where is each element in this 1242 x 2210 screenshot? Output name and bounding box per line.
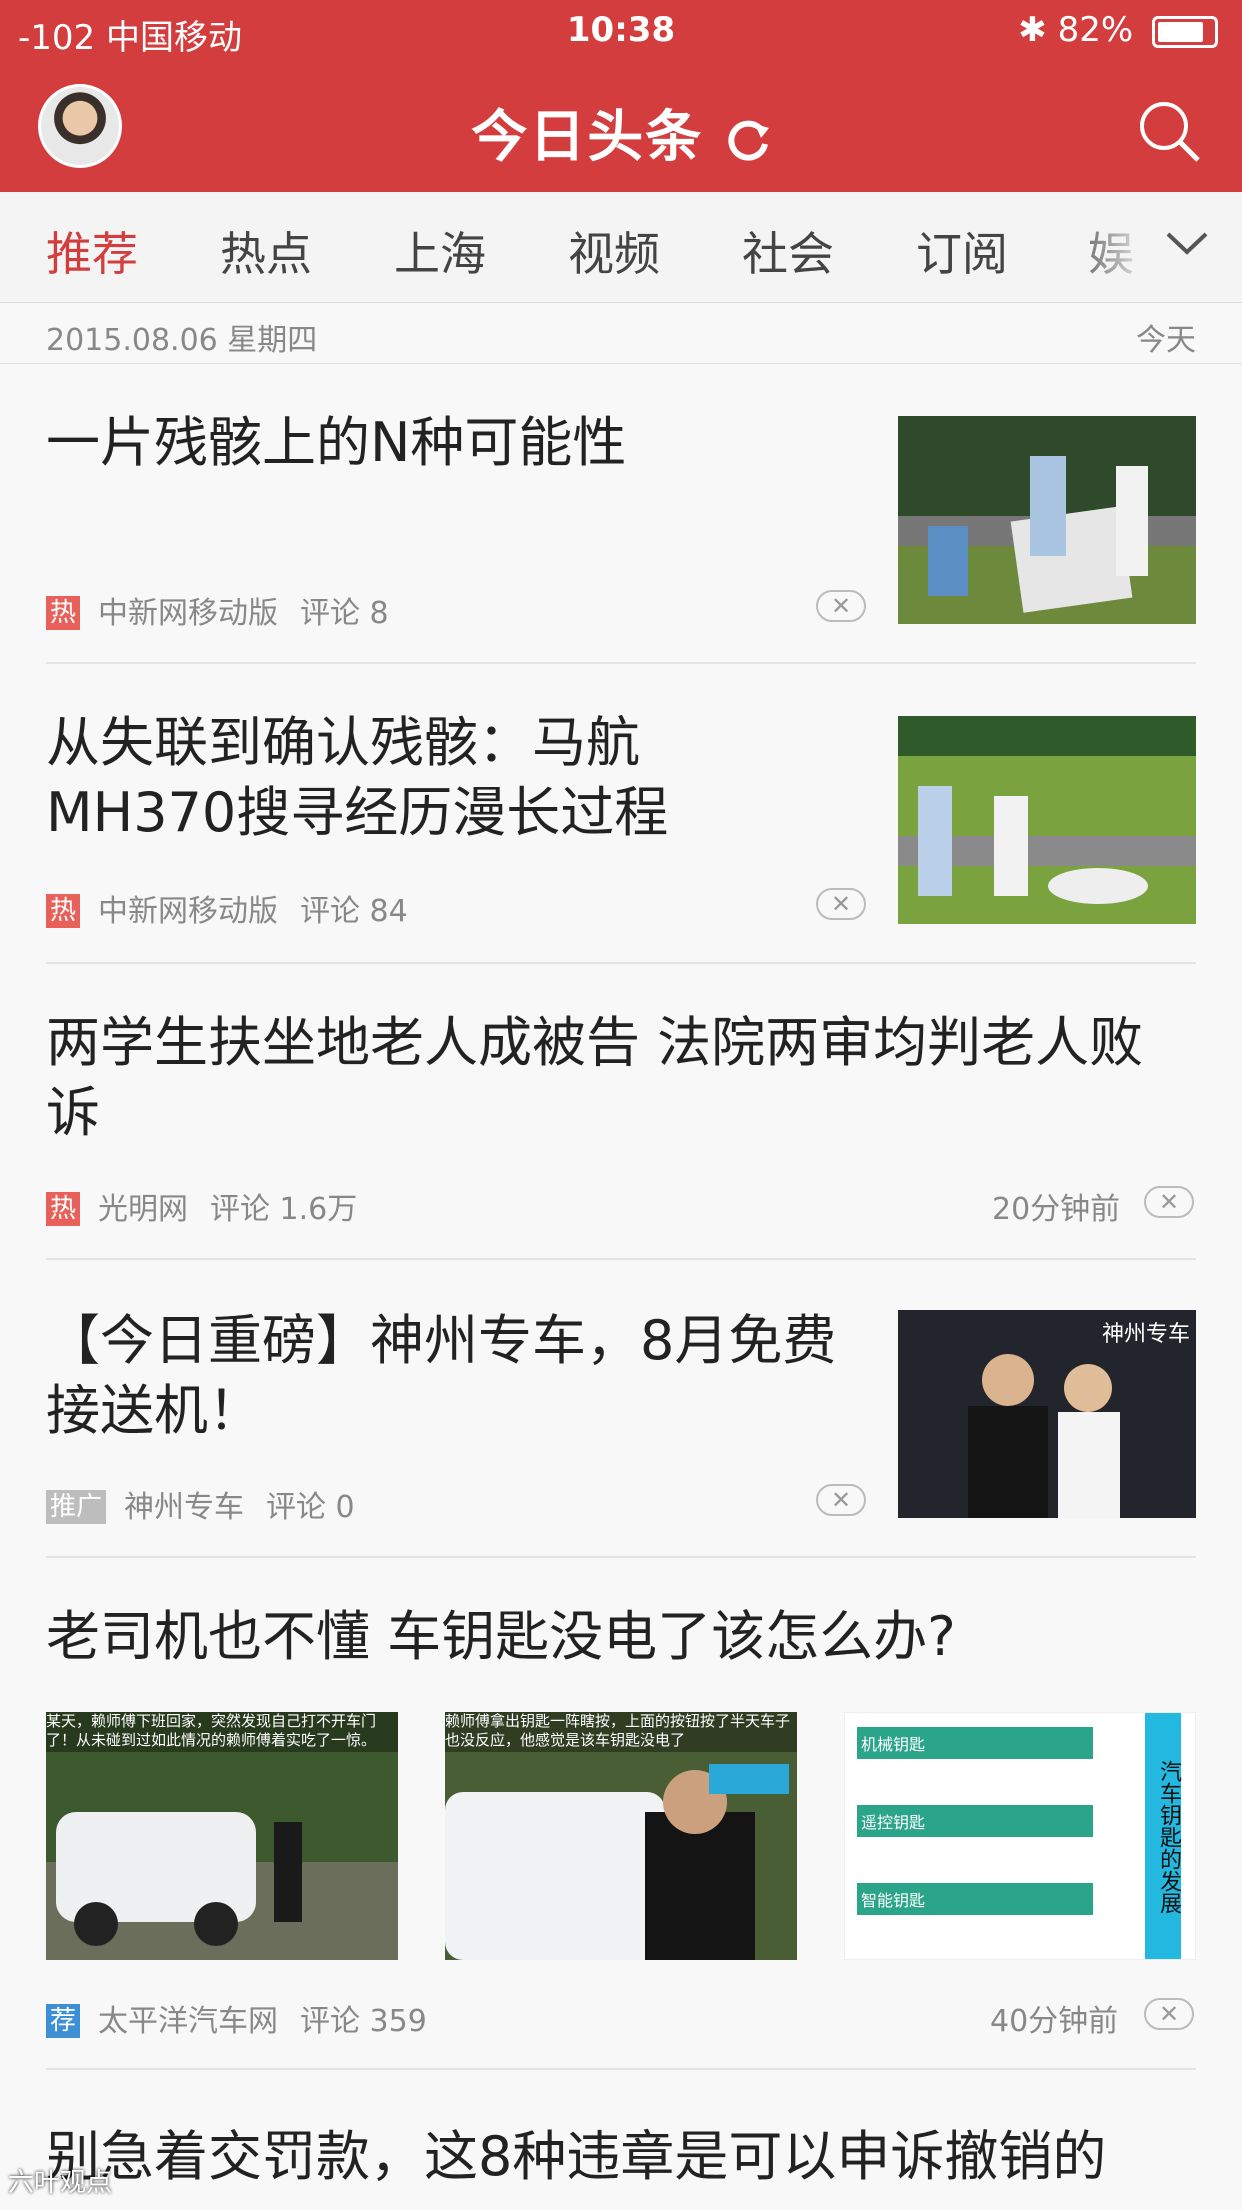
article-image[interactable]: 赖师傅拿出钥匙一阵瞎按，上面的按钮按了半天车子也没反应，他感觉是该车钥匙没电了 [445,1712,797,1960]
tab-recommend[interactable]: 推荐 [46,218,138,284]
hot-tag: 热 [46,1192,81,1226]
diagram-title: 汽车钥匙的发展 [1145,1713,1181,1959]
ad-tag: 推广 [46,1490,107,1524]
comment-count: 评论 1.6万 [210,1192,358,1227]
article-meta: 热中新网移动版 评论 8 [46,588,389,632]
dismiss-button[interactable]: ✕ [1144,1998,1194,2030]
source-label: 光明网 [98,1192,189,1227]
battery-indicator: ✱ 82% [1018,10,1218,50]
status-bar: -102 中国移动 10:38 ✱ 82% [0,0,1242,62]
article-meta: 热光明网 评论 1.6万 [46,1184,357,1228]
article-thumbnail[interactable] [898,716,1196,924]
article-meta: 热中新网移动版 评论 84 [46,886,408,930]
article-title: 老司机也不懂 车钥匙没电了该怎么办? [46,1605,956,1668]
app-logo[interactable]: 今日头条 [0,92,1242,173]
battery-icon [1152,15,1218,48]
dismiss-button[interactable]: ✕ [816,590,866,622]
date-bar: 2015.08.06 星期四 今天 [0,303,1242,364]
comment-count: 评论 359 [300,2004,427,2039]
feed-item[interactable]: 【今日重磅】神州专车，8月免费接送机！ 推广 神州专车 评论 0 ✕ 神州专车 [46,1258,1196,1558]
battery-percent: 82% [1057,10,1134,50]
today-label: 今天 [1136,323,1196,358]
app-header: -102 中国移动 10:38 ✱ 82% 今日头条 [0,0,1242,192]
key-types-diagram: 机械钥匙 遥控钥匙 智能钥匙 [857,1727,1093,1915]
hot-tag: 热 [46,894,81,928]
article-title: 一片残骸上的N种可能性 [46,411,627,474]
watermark: 六叶观点 [8,2168,113,2198]
time-ago: 20分钟前 [992,1192,1121,1227]
article-meta: 荐太平洋汽车网 评论 359 [46,1996,427,2040]
date-label: 2015.08.06 星期四 [46,323,318,358]
key-type-label: 机械钥匙 [857,1727,1093,1759]
tab-video[interactable]: 视频 [568,218,660,284]
channel-tabs: 推荐 热点 上海 视频 社会 订阅 娱 [0,192,1242,303]
bluetooth-icon: ✱ [1018,10,1047,50]
tab-subscribe[interactable]: 订阅 [916,218,1008,284]
article-thumbnail[interactable] [898,416,1196,624]
hot-tag: 热 [46,596,81,630]
source-label: 太平洋汽车网 [98,2004,279,2039]
article-title: 别急着交罚款，这8种违章是可以申诉撤销的 [46,2125,1107,2188]
comment-count: 评论 8 [300,596,389,631]
feed-item[interactable]: 两学生扶坐地老人成被告 法院两审均判老人败诉 热光明网 评论 1.6万 20分钟前… [46,962,1196,1260]
key-type-label: 遥控钥匙 [857,1805,1093,1837]
key-type-label: 智能钥匙 [857,1883,1093,1915]
dismiss-button[interactable]: ✕ [816,1484,866,1516]
ad-thumbnail[interactable]: 神州专车 [898,1310,1196,1518]
time-ago: 40分钟前 [990,2004,1119,2039]
dismiss-button[interactable]: ✕ [816,888,866,920]
tab-fade [1062,192,1152,302]
search-icon[interactable] [1134,96,1204,166]
article-title: 【今日重磅】神州专车，8月免费接送机！ [46,1309,837,1442]
feed-item[interactable]: 别急着交罚款，这8种违章是可以申诉撤销的 [46,2070,1196,2210]
feed-item[interactable]: 一片残骸上的N种可能性 热中新网移动版 评论 8 ✕ [46,364,1196,664]
logo-text: 今日头条 [471,105,704,170]
comment-count: 评论 0 [266,1490,355,1525]
comment-count: 评论 84 [300,894,408,929]
tab-shanghai[interactable]: 上海 [394,218,486,284]
source-label: 中新网移动版 [98,596,279,631]
article-title: 两学生扶坐地老人成被告 法院两审均判老人败诉 [46,1011,1144,1144]
recommend-tag: 荐 [46,2004,81,2038]
refresh-icon [728,120,769,161]
tab-society[interactable]: 社会 [742,218,834,284]
article-title: 从失联到确认残骸：马航MH370搜寻经历漫长过程 [46,711,669,844]
tab-hot[interactable]: 热点 [220,218,312,284]
dismiss-button[interactable]: ✕ [1144,1186,1194,1218]
feed-item[interactable]: 从失联到确认残骸：马航MH370搜寻经历漫长过程 热中新网移动版 评论 84 ✕ [46,662,1196,964]
article-image[interactable]: 机械钥匙 遥控钥匙 智能钥匙 汽车钥匙的发展 [844,1712,1196,1960]
article-image[interactable]: 某天，赖师傅下班回家，突然发现自己打不开车门了！从未碰到过如此情况的赖师傅着实吃… [46,1712,398,1960]
chevron-down-icon[interactable] [1162,224,1212,264]
article-meta: 推广 神州专车 评论 0 [46,1482,355,1526]
source-label: 中新网移动版 [98,894,279,929]
source-label: 神州专车 [124,1490,245,1525]
